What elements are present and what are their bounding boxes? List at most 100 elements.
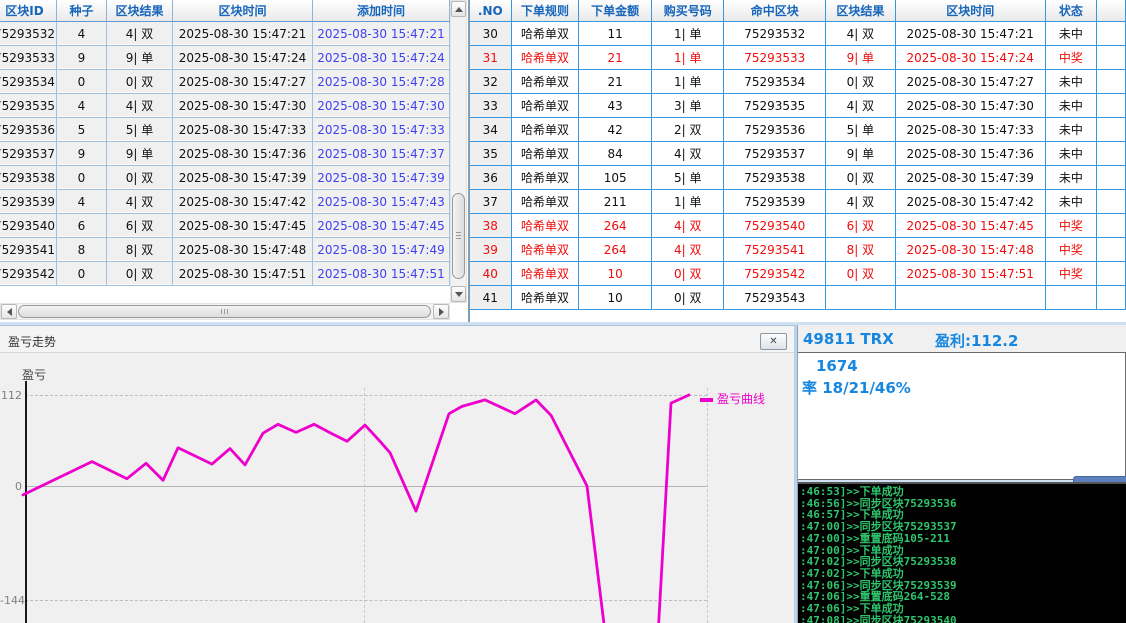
table-cell: 2025-08-30 15:47:45 xyxy=(173,214,313,237)
table-cell: 4 xyxy=(57,94,107,117)
table-row[interactable]: 35哈希单双844| 双752935379| 单2025-08-30 15:47… xyxy=(470,142,1126,166)
stats-panel: 49811 TRX 盈利:112.2 1674 率 18/21/46% 盈亏曲线… xyxy=(797,325,1126,623)
table-row[interactable]: 7529353244| 双2025-08-30 15:47:212025-08-… xyxy=(0,22,450,46)
table-cell: 33 xyxy=(470,94,512,117)
orders-table-panel: .NO下单规则下单金额购买号码命中区块区块结果区块时间状态 30哈希单双111|… xyxy=(468,0,1126,322)
table-row[interactable]: 36哈希单双1055| 单752935380| 双2025-08-30 15:4… xyxy=(470,166,1126,190)
column-header[interactable]: 区块时间 xyxy=(173,0,313,22)
table-row[interactable]: 33哈希单双433| 单752935354| 双2025-08-30 15:47… xyxy=(470,94,1126,118)
table-cell: 75293539 xyxy=(724,190,826,213)
table-cell: 75293536 xyxy=(0,118,57,141)
block-table-hscrollbar[interactable] xyxy=(0,303,450,320)
vscroll-thumb[interactable] xyxy=(452,193,465,279)
table-row[interactable]: 7529353400| 双2025-08-30 15:47:272025-08-… xyxy=(0,70,450,94)
table-cell: 75293542 xyxy=(724,262,826,285)
scroll-down-button[interactable] xyxy=(451,286,466,302)
table-row[interactable]: 32哈希单双211| 单752935340| 双2025-08-30 15:47… xyxy=(470,70,1126,94)
table-cell: 2025-08-30 15:47:24 xyxy=(896,46,1046,69)
column-header[interactable]: 购买号码 xyxy=(652,0,725,22)
table-row[interactable]: 7529353655| 单2025-08-30 15:47:332025-08-… xyxy=(0,118,450,142)
table-row[interactable]: 30哈希单双111| 单752935324| 双2025-08-30 15:47… xyxy=(470,22,1126,46)
table-row[interactable]: 7529353944| 双2025-08-30 15:47:422025-08-… xyxy=(0,190,450,214)
table-cell: 75293541 xyxy=(724,238,826,261)
column-header[interactable]: 区块ID xyxy=(0,0,57,22)
block-table-vscrollbar[interactable] xyxy=(450,0,467,303)
table-cell: 2025-08-30 15:47:24 xyxy=(313,46,450,69)
table-row[interactable]: 37哈希单双2111| 单752935394| 双2025-08-30 15:4… xyxy=(470,190,1126,214)
table-cell: 75293541 xyxy=(0,238,57,261)
table-row[interactable]: 41哈希单双100| 双75293543 xyxy=(470,286,1126,310)
table-cell: 37 xyxy=(470,190,512,213)
table-row[interactable]: 34哈希单双422| 双752935365| 单2025-08-30 15:47… xyxy=(470,118,1126,142)
log-line: :47:08]>>同步区块75293540 xyxy=(797,615,1126,623)
column-header[interactable]: .NO xyxy=(470,0,512,22)
table-row[interactable]: 39哈希单双2644| 双752935418| 双2025-08-30 15:4… xyxy=(470,238,1126,262)
column-header[interactable]: 种子 xyxy=(57,0,107,22)
column-header[interactable]: 添加时间 xyxy=(313,0,450,22)
table-cell: 6| 双 xyxy=(826,214,896,237)
table-cell: 哈希单双 xyxy=(512,238,580,261)
table-cell: 2025-08-30 15:47:33 xyxy=(173,118,313,141)
table-cell: 5 xyxy=(57,118,107,141)
table-cell-stub xyxy=(1097,262,1126,285)
table-cell: 43 xyxy=(579,94,652,117)
table-cell: 0 xyxy=(57,70,107,93)
table-cell: 2025-08-30 15:47:49 xyxy=(313,238,450,261)
log-lines: :46:53]>>下单成功:46:56]>>同步区块75293536:46:57… xyxy=(797,484,1126,623)
orders-table-body: 30哈希单双111| 单752935324| 双2025-08-30 15:47… xyxy=(470,22,1126,310)
table-cell: 2025-08-30 15:47:30 xyxy=(173,94,313,117)
table-cell: 6| 双 xyxy=(107,214,173,237)
table-cell: 4| 双 xyxy=(826,94,896,117)
table-row[interactable]: 7529353800| 双2025-08-30 15:47:392025-08-… xyxy=(0,166,450,190)
table-cell: 35 xyxy=(470,142,512,165)
table-cell: 42 xyxy=(579,118,652,141)
table-row[interactable]: 7529354066| 双2025-08-30 15:47:452025-08-… xyxy=(0,214,450,238)
table-row[interactable]: 7529353799| 单2025-08-30 15:47:362025-08-… xyxy=(0,142,450,166)
table-cell xyxy=(826,286,896,309)
table-cell: 264 xyxy=(579,238,652,261)
column-header[interactable]: 区块时间 xyxy=(896,0,1046,22)
column-header[interactable]: 下单金额 xyxy=(579,0,652,22)
table-cell: 2025-08-30 15:47:36 xyxy=(173,142,313,165)
table-cell: 哈希单双 xyxy=(512,142,580,165)
table-cell: 2| 双 xyxy=(652,118,725,141)
table-cell: 4| 双 xyxy=(652,214,725,237)
column-header[interactable]: 下单规则 xyxy=(512,0,580,22)
table-cell: 0 xyxy=(57,262,107,285)
block-table-body: 7529353244| 双2025-08-30 15:47:212025-08-… xyxy=(0,22,450,286)
table-cell: 75293540 xyxy=(0,214,57,237)
table-cell: 2025-08-30 15:47:48 xyxy=(896,238,1046,261)
table-cell: 未中 xyxy=(1046,190,1097,213)
table-cell: 75293535 xyxy=(724,94,826,117)
table-row[interactable]: 38哈希单双2644| 双752935406| 双2025-08-30 15:4… xyxy=(470,214,1126,238)
table-row[interactable]: 31哈希单双211| 单752935339| 单2025-08-30 15:47… xyxy=(470,46,1126,70)
table-cell: 105 xyxy=(579,166,652,189)
log-line: :47:00]>>重置底码105-211 xyxy=(797,533,1126,545)
table-cell: 哈希单双 xyxy=(512,94,580,117)
column-header[interactable]: 状态 xyxy=(1046,0,1097,22)
table-cell: 中奖 xyxy=(1046,238,1097,261)
table-cell: 4| 双 xyxy=(107,22,173,45)
table-cell: 84 xyxy=(579,142,652,165)
block-table-header: 区块ID种子区块结果区块时间添加时间 xyxy=(0,0,450,22)
column-header[interactable]: 命中区块 xyxy=(724,0,826,22)
table-cell: 3| 单 xyxy=(652,94,725,117)
column-header[interactable]: 区块结果 xyxy=(826,0,896,22)
scroll-up-button[interactable] xyxy=(451,1,466,17)
table-row[interactable]: 7529354188| 双2025-08-30 15:47:482025-08-… xyxy=(0,238,450,262)
scroll-right-button[interactable] xyxy=(433,304,449,319)
table-cell: 2025-08-30 15:47:21 xyxy=(896,22,1046,45)
table-cell: 4| 双 xyxy=(107,190,173,213)
thumb-grip xyxy=(221,309,229,314)
scroll-left-button[interactable] xyxy=(1,304,17,319)
table-cell: 2025-08-30 15:47:33 xyxy=(313,118,450,141)
hscroll-thumb[interactable] xyxy=(18,305,431,318)
table-row[interactable]: 7529353399| 单2025-08-30 15:47:242025-08-… xyxy=(0,46,450,70)
table-row[interactable]: 40哈希单双100| 双752935420| 双2025-08-30 15:47… xyxy=(470,262,1126,286)
table-cell: 中奖 xyxy=(1046,214,1097,237)
table-row[interactable]: 7529353544| 双2025-08-30 15:47:302025-08-… xyxy=(0,94,450,118)
table-cell-stub xyxy=(1097,70,1126,93)
column-header[interactable]: 区块结果 xyxy=(107,0,173,22)
table-row[interactable]: 7529354200| 双2025-08-30 15:47:512025-08-… xyxy=(0,262,450,286)
table-cell: 75293535 xyxy=(0,94,57,117)
